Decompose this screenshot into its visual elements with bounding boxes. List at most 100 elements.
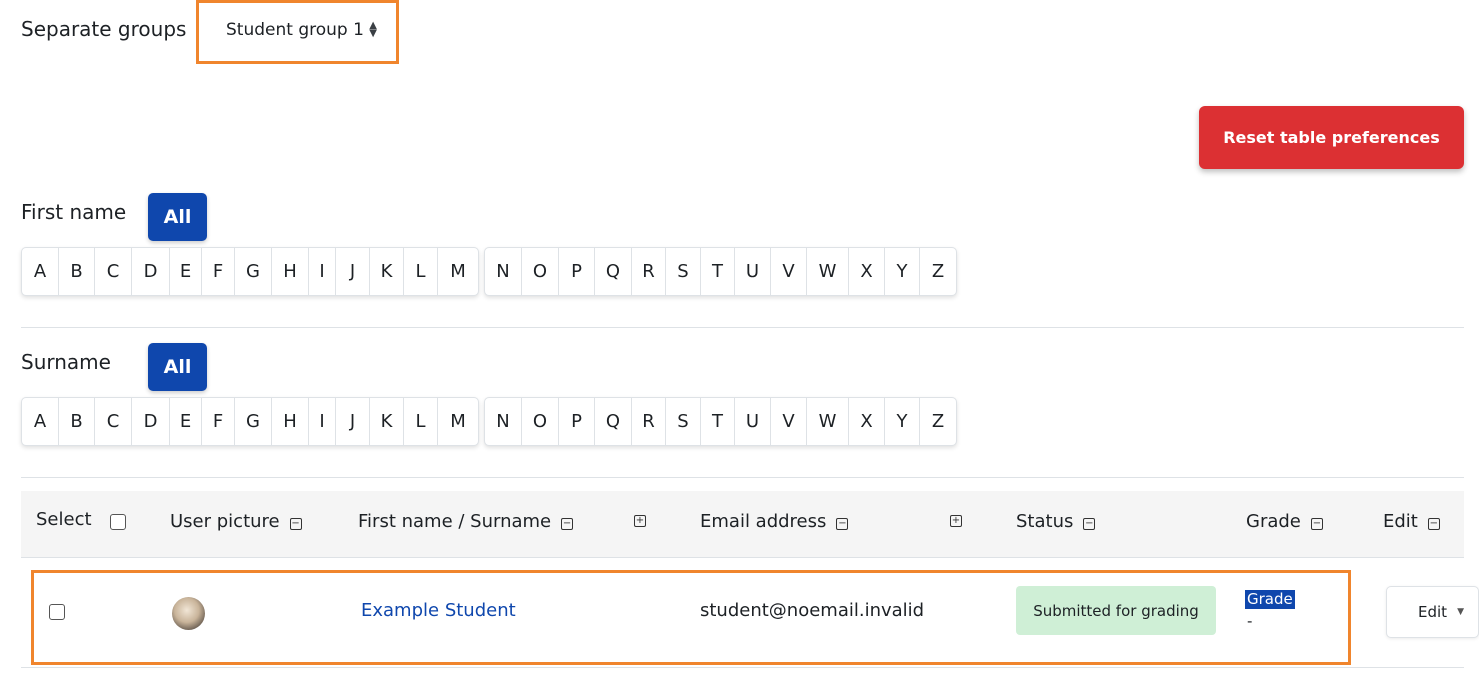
surname-letter[interactable]: E xyxy=(170,398,202,445)
collapse-icon[interactable]: − xyxy=(1310,517,1323,530)
firstname-letter[interactable]: Y xyxy=(885,248,920,295)
select-all-checkbox[interactable] xyxy=(109,513,126,530)
expand-icon[interactable]: + xyxy=(634,515,646,527)
collapse-icon[interactable]: − xyxy=(836,517,849,530)
surname-letter[interactable]: I xyxy=(309,398,336,445)
student-email: student@noemail.invalid xyxy=(700,600,925,621)
header-email: Email address − xyxy=(700,511,849,532)
collapse-icon[interactable]: − xyxy=(1427,517,1440,530)
groups-label: Separate groups xyxy=(21,17,187,41)
surname-letter[interactable]: D xyxy=(132,398,170,445)
surname-filter-label: Surname xyxy=(21,350,111,374)
surname-letters-a-m: A B C D E F G H I J K L M xyxy=(21,397,479,446)
surname-letter[interactable]: A xyxy=(22,398,59,445)
header-edit: Edit − xyxy=(1383,511,1440,532)
firstname-letter[interactable]: M xyxy=(438,248,478,295)
header-email-label[interactable]: Email address xyxy=(700,511,826,532)
header-status: Status − xyxy=(1016,511,1096,532)
surname-letter[interactable]: G xyxy=(235,398,272,445)
header-grade-label[interactable]: Grade xyxy=(1246,511,1301,532)
firstname-letter[interactable]: C xyxy=(95,248,132,295)
firstname-letters-a-m: A B C D E F G H I J K L M xyxy=(21,247,479,296)
edit-menu-label: Edit xyxy=(1418,603,1448,621)
group-select-value: Student group 1 xyxy=(226,20,364,40)
header-edit-label: Edit xyxy=(1383,511,1418,532)
surname-letter[interactable]: Z xyxy=(920,398,956,445)
firstname-letter[interactable]: A xyxy=(22,248,59,295)
select-arrows-icon: ▲ ▼ xyxy=(369,20,377,39)
surname-letter[interactable]: U xyxy=(735,398,771,445)
firstname-letter[interactable]: L xyxy=(404,248,438,295)
firstname-letter[interactable]: N xyxy=(485,248,522,295)
surname-letter[interactable]: B xyxy=(59,398,95,445)
surname-letter[interactable]: J xyxy=(336,398,370,445)
header-fullname-label[interactable]: First name / Surname xyxy=(358,511,551,532)
firstname-letter[interactable]: D xyxy=(132,248,170,295)
group-select[interactable]: Student group 1 ▲ ▼ xyxy=(207,10,389,50)
firstname-letter[interactable]: U xyxy=(735,248,771,295)
surname-letters-n-z: N O P Q R S T U V W X Y Z xyxy=(484,397,957,446)
grade-button[interactable]: Grade xyxy=(1245,590,1295,609)
firstname-letter[interactable]: V xyxy=(771,248,807,295)
surname-letter[interactable]: H xyxy=(272,398,309,445)
surname-letter[interactable]: M xyxy=(438,398,478,445)
row-select-checkbox[interactable] xyxy=(49,604,65,620)
edit-menu-button[interactable]: Edit ▼ xyxy=(1386,586,1479,638)
student-name-link[interactable]: Example Student xyxy=(361,600,516,621)
surname-letter[interactable]: P xyxy=(559,398,595,445)
status-badge: Submitted for grading xyxy=(1016,586,1216,635)
header-user-picture-label: User picture xyxy=(170,511,280,532)
firstname-letter[interactable]: T xyxy=(701,248,735,295)
firstname-letter[interactable]: X xyxy=(849,248,885,295)
collapse-icon[interactable]: − xyxy=(561,517,574,530)
collapse-icon[interactable]: − xyxy=(1083,517,1096,530)
firstname-letter[interactable]: P xyxy=(559,248,595,295)
firstname-filter-label: First name xyxy=(21,200,127,224)
header-expand: + xyxy=(950,511,962,527)
expand-icon[interactable]: + xyxy=(950,515,962,527)
surname-letter[interactable]: O xyxy=(522,398,559,445)
firstname-letter[interactable]: Q xyxy=(595,248,632,295)
surname-letter[interactable]: F xyxy=(202,398,235,445)
firstname-letter[interactable]: W xyxy=(807,248,849,295)
surname-letter[interactable]: W xyxy=(807,398,849,445)
firstname-letters-n-z: N O P Q R S T U V W X Y Z xyxy=(484,247,957,296)
surname-letter[interactable]: Y xyxy=(885,398,920,445)
firstname-letter[interactable]: I xyxy=(309,248,336,295)
avatar[interactable] xyxy=(172,597,205,630)
surname-letter[interactable]: X xyxy=(849,398,885,445)
header-expand: + xyxy=(634,511,646,527)
header-select-label: Select xyxy=(36,509,92,530)
firstname-letter[interactable]: J xyxy=(336,248,370,295)
firstname-letter[interactable]: K xyxy=(370,248,404,295)
firstname-letter[interactable]: Z xyxy=(920,248,956,295)
header-fullname: First name / Surname − xyxy=(358,511,574,532)
surname-all-button[interactable]: All xyxy=(148,343,207,391)
firstname-letter[interactable]: B xyxy=(59,248,95,295)
surname-letter[interactable]: N xyxy=(485,398,522,445)
firstname-letter[interactable]: O xyxy=(522,248,559,295)
firstname-letter[interactable]: G xyxy=(235,248,272,295)
firstname-letter[interactable]: R xyxy=(632,248,666,295)
reset-table-preferences-button[interactable]: Reset table preferences xyxy=(1199,106,1464,169)
surname-letter[interactable]: V xyxy=(771,398,807,445)
surname-letter[interactable]: R xyxy=(632,398,666,445)
header-select: Select xyxy=(36,509,126,530)
firstname-letter[interactable]: H xyxy=(272,248,309,295)
divider xyxy=(21,477,1464,478)
header-user-picture: User picture − xyxy=(170,511,302,532)
firstname-letter[interactable]: S xyxy=(666,248,701,295)
firstname-letter[interactable]: F xyxy=(202,248,235,295)
surname-letter[interactable]: C xyxy=(95,398,132,445)
collapse-icon[interactable]: − xyxy=(289,517,302,530)
firstname-letter[interactable]: E xyxy=(170,248,202,295)
surname-letter[interactable]: S xyxy=(666,398,701,445)
surname-letter[interactable]: T xyxy=(701,398,735,445)
header-status-label[interactable]: Status xyxy=(1016,511,1073,532)
row-divider xyxy=(21,667,1464,668)
surname-letter[interactable]: L xyxy=(404,398,438,445)
firstname-all-button[interactable]: All xyxy=(148,193,207,241)
surname-letter[interactable]: K xyxy=(370,398,404,445)
surname-letter[interactable]: Q xyxy=(595,398,632,445)
header-grade: Grade − xyxy=(1246,511,1323,532)
